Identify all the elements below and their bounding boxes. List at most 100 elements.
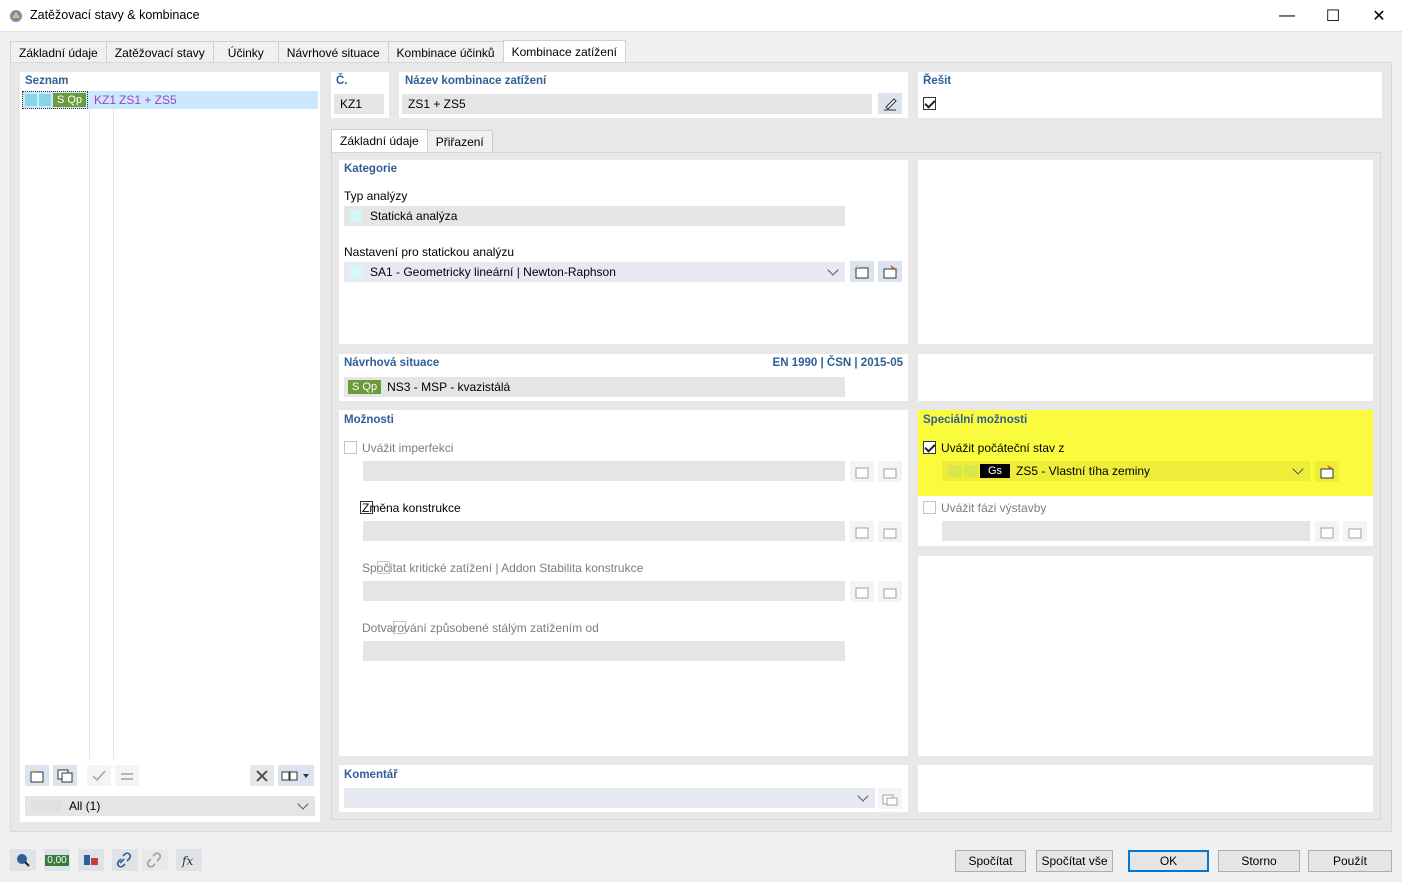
- apply-button[interactable]: Použít: [1308, 850, 1392, 872]
- edit-critical-load-button[interactable]: [878, 581, 902, 602]
- situation-badge: S Qp: [53, 93, 87, 107]
- number-field[interactable]: KZ1: [334, 94, 384, 114]
- edit-name-button[interactable]: [878, 93, 902, 114]
- ok-button[interactable]: OK: [1128, 850, 1209, 872]
- settings-swatch: [350, 266, 362, 278]
- new-item-button[interactable]: [25, 765, 49, 786]
- delete-button[interactable]: [250, 765, 274, 786]
- color-swatch: [39, 94, 51, 106]
- color-swatch: [25, 94, 37, 106]
- new-critical-load-button[interactable]: [850, 581, 874, 602]
- tab-load-combinations[interactable]: Kombinace zatížení: [502, 40, 626, 63]
- chevron-down-icon: [827, 264, 839, 276]
- initial-state-value: ZS5 - Vlastní tíha zeminy: [1016, 464, 1151, 478]
- comment-library-button[interactable]: [878, 788, 902, 809]
- number-panel: Č. KZ1: [331, 72, 389, 118]
- uncheck-button[interactable]: [115, 765, 139, 786]
- units-button[interactable]: 0,00: [44, 849, 70, 871]
- edit-initial-state-button[interactable]: [1315, 461, 1339, 482]
- new-icon: [855, 467, 869, 478]
- column-divider: [89, 109, 90, 759]
- tab-load-cases[interactable]: Zatěžovací stavy: [105, 41, 214, 63]
- imperfection-field[interactable]: [363, 461, 845, 481]
- solve-panel: Řešit: [918, 72, 1382, 118]
- tab-basic-data[interactable]: Základní údaje: [10, 41, 107, 63]
- options-header: Možnosti: [344, 414, 394, 426]
- uncheck-icon: [121, 772, 133, 780]
- unlink-button[interactable]: [142, 849, 168, 871]
- check-icon: [92, 770, 106, 781]
- edit-settings-button[interactable]: [878, 261, 902, 282]
- close-button[interactable]: ✕: [1356, 0, 1402, 32]
- analysis-type-field[interactable]: Statická analýza: [344, 206, 845, 226]
- formula-button[interactable]: fx: [176, 849, 202, 871]
- model-info-button[interactable]: [78, 849, 104, 871]
- solve-checkbox[interactable]: [923, 97, 936, 110]
- filter-value: All (1): [69, 799, 101, 813]
- edit-structure-change-button[interactable]: [878, 521, 902, 542]
- units-value: 0,00: [45, 854, 69, 866]
- view-options-button[interactable]: [278, 765, 314, 786]
- list-item[interactable]: S Qp KZ1 ZS1 + ZS5: [22, 91, 318, 109]
- edit-construction-stage-button[interactable]: [1343, 521, 1367, 542]
- special-options-header: Speciální možnosti: [923, 414, 1028, 426]
- options-panel: Možnosti Uvážit imperfekci Změna konstru…: [339, 410, 908, 756]
- chevron-down-icon: [1292, 463, 1304, 475]
- list-panel: Seznam S Qp KZ1 ZS1 + ZS5 All (1): [20, 72, 320, 822]
- analysis-type-value: Statická analýza: [370, 209, 458, 223]
- cancel-button[interactable]: Storno: [1218, 850, 1300, 872]
- design-situation-field[interactable]: S Qp NS3 - MSP - kvazistálá: [344, 377, 845, 397]
- minimize-button[interactable]: —: [1264, 0, 1310, 32]
- critical-load-field[interactable]: [363, 581, 845, 601]
- calculate-button[interactable]: Spočítat: [955, 850, 1026, 872]
- settings-value: SA1 - Geometricky lineární | Newton-Raph…: [370, 265, 616, 279]
- tab-actions[interactable]: Účinky: [212, 41, 279, 63]
- subtab-assignment[interactable]: Přiřazení: [426, 130, 493, 152]
- analysis-type-swatch: [350, 210, 362, 222]
- state-badge: Gs: [980, 464, 1010, 478]
- subtab-basic-data[interactable]: Základní údaje: [331, 129, 428, 152]
- new-imperfection-button[interactable]: [850, 461, 874, 482]
- settings-label: Nastavení pro statickou analýzu: [344, 245, 515, 259]
- settings-select[interactable]: SA1 - Geometricky lineární | Newton-Raph…: [344, 262, 845, 282]
- number-label: Č.: [336, 75, 348, 87]
- maximize-button[interactable]: ☐: [1310, 0, 1356, 32]
- design-situation-panel: Návrhová situace EN 1990 | ČSN | 2015-05…: [339, 354, 908, 401]
- list-filter-select[interactable]: All (1): [25, 796, 315, 816]
- edit-imperfection-button[interactable]: [878, 461, 902, 482]
- copy-item-button[interactable]: [53, 765, 77, 786]
- initial-state-checkbox[interactable]: [923, 441, 936, 454]
- special-empty-panel: [918, 556, 1373, 756]
- comment-right-panel: [918, 765, 1373, 812]
- check-all-button[interactable]: [87, 765, 111, 786]
- library-icon: [882, 794, 898, 805]
- imperfection-label: Uvážit imperfekci: [362, 441, 454, 455]
- structure-change-field[interactable]: [363, 521, 845, 541]
- imperfection-checkbox[interactable]: [344, 441, 357, 454]
- comment-field[interactable]: [344, 788, 875, 808]
- new-icon: [1320, 527, 1334, 538]
- link-button[interactable]: [112, 849, 138, 871]
- category-right-panel: [918, 160, 1373, 344]
- tab-design-situations[interactable]: Návrhové situace: [277, 41, 389, 63]
- app-icon: [10, 10, 22, 22]
- initial-state-label: Uvážit počáteční stav z: [941, 441, 1065, 455]
- name-label: Název kombinace zatížení: [405, 75, 547, 87]
- name-field[interactable]: ZS1 + ZS5: [402, 94, 872, 114]
- new-construction-stage-button[interactable]: [1315, 521, 1339, 542]
- edit-object-icon: [883, 588, 897, 598]
- calculate-all-button[interactable]: Spočítat vše: [1036, 850, 1113, 872]
- creep-field[interactable]: [363, 641, 845, 661]
- edit-object-icon: [883, 264, 897, 278]
- new-structure-change-button[interactable]: [850, 521, 874, 542]
- new-settings-button[interactable]: [850, 261, 874, 282]
- edit-object-icon: [1320, 464, 1334, 478]
- initial-state-select[interactable]: Gs ZS5 - Vlastní tíha zeminy: [942, 461, 1310, 481]
- help-button[interactable]: [10, 849, 36, 871]
- tab-action-combinations[interactable]: Kombinace účinků: [387, 41, 504, 63]
- svg-text:fx: fx: [181, 854, 193, 868]
- analysis-type-label: Typ analýzy: [344, 189, 408, 203]
- construction-stage-field[interactable]: [942, 521, 1310, 541]
- construction-stage-checkbox[interactable]: [923, 501, 936, 514]
- list-item-name: ZS1 + ZS5: [119, 93, 177, 107]
